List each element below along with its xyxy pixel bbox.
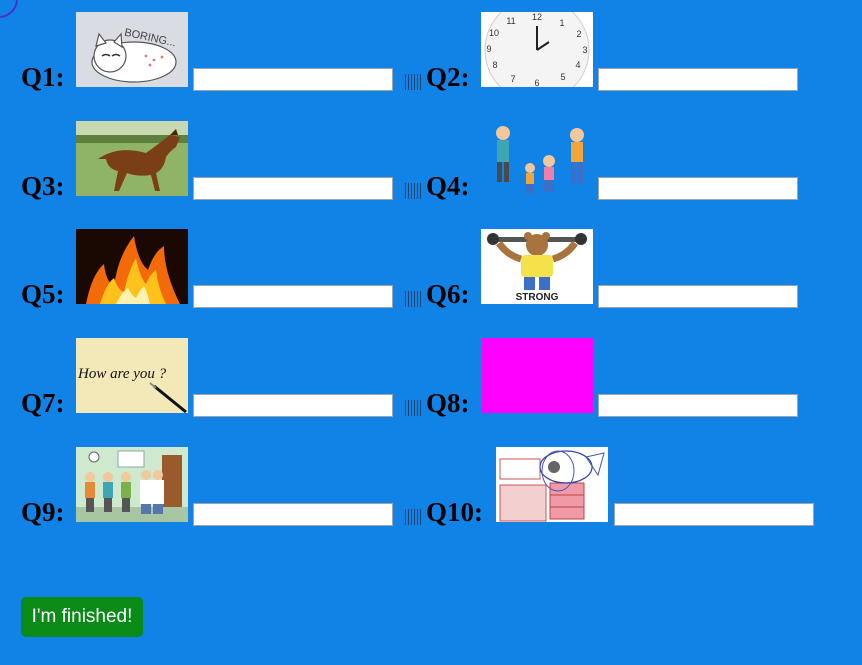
strong-text: STRONG [516, 292, 559, 303]
question-label-q1: Q1: [21, 62, 65, 92]
horse-image [76, 121, 188, 196]
svg-text:9: 9 [486, 44, 491, 54]
svg-text:1: 1 [559, 18, 564, 28]
messy-room-image [496, 447, 608, 522]
svg-text:10: 10 [489, 28, 499, 38]
svg-text:2: 2 [576, 29, 581, 39]
magenta-placeholder-image [481, 338, 593, 413]
svg-text:6: 6 [534, 78, 539, 87]
how-are-you-note-image: How are you ? [76, 338, 188, 413]
finish-button[interactable]: I'm finished! [21, 597, 143, 637]
answer-input-q10[interactable] [614, 503, 814, 526]
fire-image [76, 229, 188, 304]
column-separator [405, 509, 421, 525]
strong-bear-image: STRONG [481, 229, 593, 304]
answer-input-q6[interactable] [598, 285, 798, 308]
column-separator [405, 183, 421, 199]
svg-text:8: 8 [492, 60, 497, 70]
question-row-3: Q5: Q6: STRONG [0, 217, 862, 317]
column-separator [405, 74, 421, 90]
question-label-q4: Q4: [426, 171, 470, 201]
question-row-1: Q1: BORING... Q2: 12 1 2 3 4567 8 9 10 11 [0, 0, 862, 100]
boring-cat-image: BORING... [76, 12, 188, 87]
clock-image: 12123 4567 891011 [481, 12, 593, 87]
note-text: How are you ? [77, 366, 167, 382]
svg-text:7: 7 [510, 74, 515, 84]
question-label-q5: Q5: [21, 279, 65, 309]
question-row-4: Q7: How are you ? Q8: [0, 326, 862, 426]
answer-input-q1[interactable] [193, 68, 393, 91]
answer-input-q4[interactable] [598, 177, 798, 200]
family-walking-image [481, 121, 593, 196]
question-row-2: Q3: Q4: [0, 109, 862, 209]
question-label-q2: Q2: [426, 62, 470, 92]
answer-input-q9[interactable] [193, 503, 393, 526]
svg-text:5: 5 [560, 72, 565, 82]
question-label-q7: Q7: [21, 388, 65, 418]
column-separator [405, 400, 421, 416]
question-label-q9: Q9: [21, 497, 65, 527]
svg-text:4: 4 [575, 60, 580, 70]
column-separator [405, 291, 421, 307]
question-label-q8: Q8: [426, 388, 470, 418]
answer-input-q3[interactable] [193, 177, 393, 200]
answer-input-q2[interactable] [598, 68, 798, 91]
question-label-q3: Q3: [21, 171, 65, 201]
waiting-room-image [76, 447, 188, 522]
answer-input-q5[interactable] [193, 285, 393, 308]
question-label-q6: Q6: [426, 279, 470, 309]
svg-text:3: 3 [582, 45, 587, 55]
answer-input-q7[interactable] [193, 394, 393, 417]
question-row-5: Q9: Q10: [0, 435, 862, 535]
answer-input-q8[interactable] [598, 394, 798, 417]
svg-text:11: 11 [506, 16, 515, 26]
question-label-q10: Q10: [426, 497, 483, 527]
svg-text:12: 12 [532, 12, 542, 22]
